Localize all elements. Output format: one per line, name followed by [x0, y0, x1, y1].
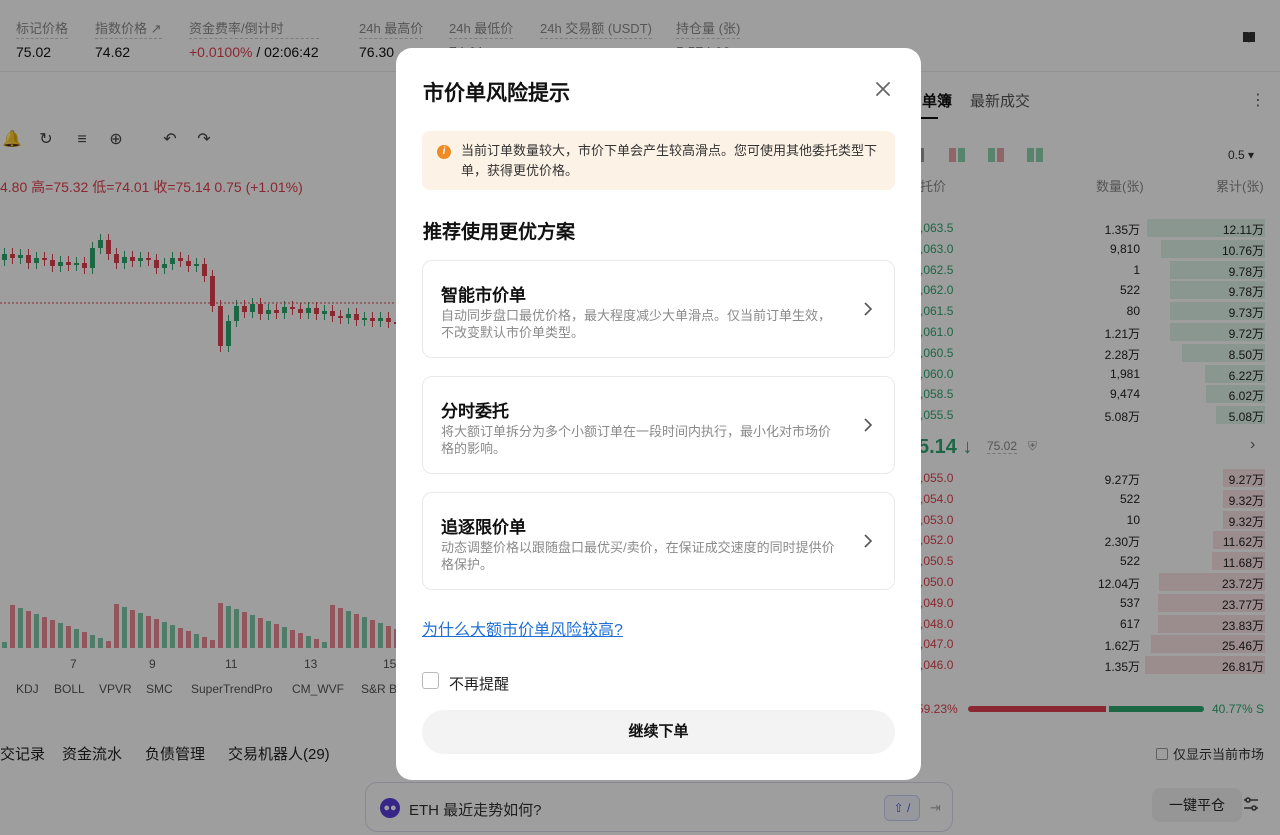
option-desc: 将大额订单拆分为多个小额订单在一段时间内执行，最小化对市场价格的影响。: [441, 424, 832, 456]
warning-text: 当前订单数量较大，市价下单会产生较高滑点。您可使用其他委托类型下单，获得更优价格…: [461, 143, 878, 178]
why-risk-link[interactable]: 为什么大额市价单风险较高?: [422, 616, 623, 640]
close-icon[interactable]: [874, 80, 892, 98]
option-chase-limit[interactable]: 追逐限价单 动态调整价格以跟随盘口最优买/卖价，在保证成交速度的同时提供价格保护…: [422, 492, 895, 590]
continue-order-button[interactable]: 继续下单: [422, 710, 895, 754]
option-desc: 自动同步盘口最优价格，最大程度减少大单滑点。仅当前订单生效，不改变默认市价单类型…: [441, 308, 832, 340]
option-title: 智能市价单: [441, 286, 526, 305]
option-title: 分时委托: [441, 402, 509, 421]
chevron-right-icon: [864, 534, 873, 548]
recommend-title: 推荐使用更优方案: [423, 222, 576, 243]
chevron-right-icon: [864, 418, 873, 432]
option-title: 追逐限价单: [441, 518, 526, 537]
chevron-right-icon: [864, 302, 873, 316]
option-smart-market[interactable]: 智能市价单 自动同步盘口最优价格，最大程度减少大单滑点。仅当前订单生效，不改变默…: [422, 260, 895, 358]
slippage-warning: i 当前订单数量较大，市价下单会产生较高滑点。您可使用其他委托类型下单，获得更优…: [422, 131, 895, 190]
dialog-title: 市价单风险提示: [423, 82, 570, 105]
option-twap[interactable]: 分时委托 将大额订单拆分为多个小额订单在一段时间内执行，最小化对市场价格的影响。: [422, 376, 895, 474]
checkbox[interactable]: [422, 672, 439, 689]
dont-remind-label: 不再提醒: [449, 676, 510, 693]
market-order-risk-dialog: 市价单风险提示 i 当前订单数量较大，市价下单会产生较高滑点。您可使用其他委托类…: [396, 48, 921, 780]
option-desc: 动态调整价格以跟随盘口最优买/卖价，在保证成交速度的同时提供价格保护。: [441, 540, 835, 572]
info-icon: i: [437, 145, 451, 159]
